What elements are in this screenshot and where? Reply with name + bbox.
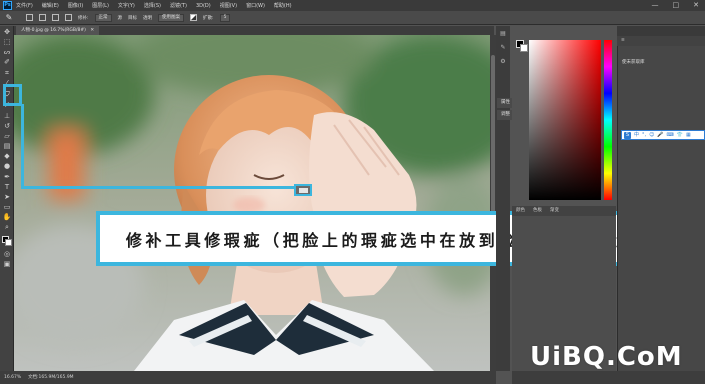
menu-type[interactable]: 文字(Y)	[118, 2, 135, 9]
swatches-panel-icon[interactable]: ⚙	[499, 58, 507, 66]
ime-punctuation-icon[interactable]: °,	[642, 131, 646, 139]
history-brush-icon[interactable]: ↺	[2, 122, 12, 131]
foreground-background-swatch[interactable]	[2, 236, 12, 246]
ime-skin-icon[interactable]: 👕	[677, 131, 683, 139]
tab-close-icon[interactable]: ✕	[90, 28, 94, 33]
target-radio[interactable]: 目标	[128, 15, 137, 21]
path-select-icon[interactable]: ➤	[2, 193, 12, 202]
document-tab-title: 人物-0.jpg @ 16.7%(RGB/8#)	[21, 28, 86, 33]
patch-cursor-icon	[299, 188, 308, 193]
pen-icon[interactable]: ✒	[2, 173, 12, 182]
libraries-status: 使未获取库	[622, 60, 645, 65]
callout-line-vertical	[21, 104, 24, 188]
ime-emoji-icon[interactable]: ☺	[649, 131, 654, 139]
properties-label: 属性	[501, 100, 510, 105]
screen-mode-icon[interactable]: ▣	[2, 260, 12, 269]
input-method-toolbar: S 中 °, ☺ 🎤 ⌨ 👕 ▦	[621, 130, 705, 140]
brush-panel-icon[interactable]: ✎	[499, 44, 507, 52]
dodge-icon[interactable]: ●	[2, 162, 12, 171]
libraries-dock	[617, 26, 705, 371]
patch-label: 修补:	[78, 15, 89, 21]
callout-line-horizontal	[21, 186, 295, 189]
maximize-icon[interactable]: □	[673, 1, 680, 9]
menu-layer[interactable]: 图层(L)	[92, 2, 109, 9]
hand-icon[interactable]: ✋	[2, 213, 12, 222]
background-color-swatch[interactable]	[520, 44, 528, 52]
intersect-selection-icon[interactable]	[65, 14, 72, 21]
zoom-icon[interactable]: ⌕	[2, 223, 12, 232]
stamp-icon[interactable]: ⊥	[2, 112, 12, 121]
transparent-checkbox[interactable]: 透明	[143, 15, 152, 21]
bottom-dock-bar	[512, 371, 705, 384]
pattern-swatch[interactable]	[190, 14, 198, 21]
quick-mask-icon[interactable]: ◎	[2, 250, 12, 259]
menu-3d[interactable]: 3D(D)	[196, 3, 211, 9]
shape-icon[interactable]: ▭	[2, 203, 12, 212]
ime-menu-icon[interactable]: ▦	[686, 131, 691, 139]
lasso-icon[interactable]: ᔕ	[2, 48, 12, 57]
history-panel-icon[interactable]: ▤	[499, 30, 507, 38]
menu-edit[interactable]: 编辑(E)	[42, 2, 59, 9]
minimize-icon[interactable]: —	[652, 1, 659, 9]
photoshop-logo-icon: Ps	[3, 1, 12, 10]
patch-mode-select[interactable]: 正常	[94, 13, 112, 22]
libraries-header	[617, 26, 705, 36]
ime-voice-icon[interactable]: 🎤	[657, 131, 663, 139]
diffusion-field[interactable]: 5	[219, 13, 231, 22]
color-swatch-pair[interactable]	[516, 40, 528, 52]
menu-image[interactable]: 图像(I)	[68, 2, 83, 9]
document-tabs: 人物-0.jpg @ 16.7%(RGB/8#) ✕	[14, 26, 494, 35]
patch-tool-highlight	[3, 84, 22, 106]
color-panel	[512, 26, 616, 206]
blur-icon[interactable]: ◆	[2, 152, 12, 161]
eraser-icon[interactable]: ▱	[2, 132, 12, 141]
zoom-level[interactable]: 16.67%	[4, 375, 21, 380]
marquee-icon[interactable]: ⬚	[2, 38, 12, 47]
add-selection-icon[interactable]	[39, 14, 46, 21]
menu-bar: Ps 文件(F) 编辑(E) 图像(I) 图层(L) 文字(Y) 选择(S) 滤…	[0, 0, 705, 11]
current-tool-icon[interactable]: ✎	[4, 13, 14, 23]
tools-panel: ✥ ⬚ ᔕ ✐ ⌗ ⁄ ⛉ ⁄ ⊥ ↺ ▱ ▤ ◆ ● ✒ T ➤ ▭ ✋ ⌕ …	[0, 26, 14, 371]
document-size: 文档:165.9M/165.9M	[28, 375, 74, 380]
hue-slider[interactable]	[604, 40, 612, 200]
source-radio[interactable]: 源	[118, 15, 123, 21]
new-selection-icon[interactable]	[26, 14, 33, 21]
document-canvas[interactable]	[14, 35, 490, 371]
gradient-icon[interactable]: ▤	[2, 142, 12, 151]
close-window-icon[interactable]: ✕	[693, 1, 699, 9]
menu-view[interactable]: 视图(V)	[220, 2, 237, 9]
patch-cursor-highlight	[294, 184, 312, 196]
quick-select-icon[interactable]: ✐	[2, 58, 12, 67]
tab-swatches[interactable]: 色板	[533, 206, 542, 216]
document-tab[interactable]: 人物-0.jpg @ 16.7%(RGB/8#) ✕	[16, 26, 100, 35]
libraries-tab[interactable]: ≡	[617, 36, 705, 46]
use-pattern-button[interactable]: 使用图案	[158, 13, 185, 22]
menu-file[interactable]: 文件(F)	[16, 2, 33, 9]
status-bar: 16.67% 文档:165.9M/165.9M	[0, 371, 496, 384]
menu-select[interactable]: 选择(S)	[144, 2, 161, 9]
subtract-selection-icon[interactable]	[52, 14, 59, 21]
type-icon[interactable]: T	[2, 183, 12, 192]
ime-language-icon[interactable]: 中	[634, 131, 639, 139]
collapsed-panels-strip: ▤ ✎ ⚙	[496, 26, 510, 371]
menu-help[interactable]: 帮助(H)	[274, 2, 292, 9]
window-controls: — □ ✕	[652, 1, 700, 9]
crop-icon[interactable]: ⌗	[2, 69, 12, 78]
adjustments-label: 调整	[501, 112, 510, 117]
saturation-brightness-field[interactable]	[529, 40, 601, 200]
color-panel-tabs: 颜色 色板 渐变	[512, 206, 616, 216]
options-bar: ✎ 修补: 正常 源 目标 透明 使用图案 扩散: 5	[0, 11, 705, 25]
site-watermark: UiBQ.CoM	[530, 342, 683, 372]
ime-keyboard-icon[interactable]: ⌨	[667, 131, 674, 139]
portrait-photo	[14, 35, 490, 371]
diffusion-label: 扩散:	[203, 15, 214, 21]
tab-color[interactable]: 颜色	[516, 206, 525, 216]
ime-logo-icon[interactable]: S	[624, 131, 631, 139]
menu-window[interactable]: 窗口(W)	[246, 2, 265, 9]
scrollbar-thumb[interactable]	[491, 55, 495, 215]
move-icon[interactable]: ✥	[2, 28, 12, 37]
tab-gradients[interactable]: 渐变	[550, 206, 559, 216]
menu-filter[interactable]: 滤镜(T)	[170, 2, 187, 9]
